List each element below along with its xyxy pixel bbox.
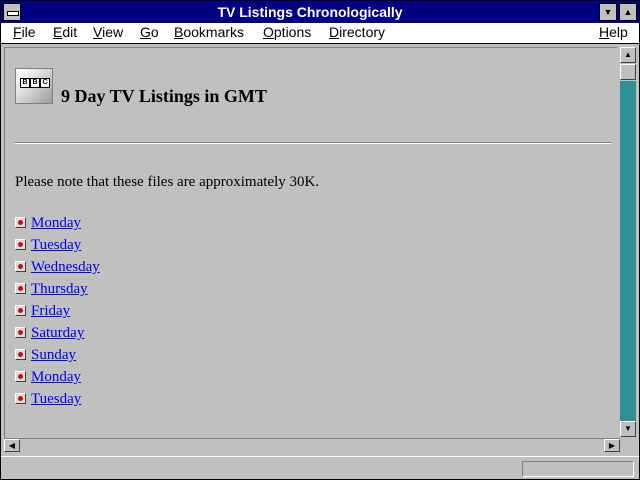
bullet-icon bbox=[15, 371, 26, 382]
menu-help[interactable]: Help bbox=[599, 24, 628, 40]
bullet-icon bbox=[15, 349, 26, 360]
horizontal-rule bbox=[15, 142, 611, 144]
bullet-icon bbox=[15, 261, 26, 272]
day-link[interactable]: Wednesday bbox=[31, 259, 100, 276]
menu-edit[interactable]: Edit bbox=[53, 24, 77, 40]
bullet-icon bbox=[15, 305, 26, 316]
bullet-icon bbox=[15, 239, 26, 250]
scroll-track[interactable] bbox=[620, 81, 636, 421]
day-link[interactable]: Tuesday bbox=[31, 237, 81, 254]
page-content: B B C 9 Day TV Listings in GMT Please no… bbox=[4, 47, 617, 438]
menu-options[interactable]: Options bbox=[263, 24, 311, 40]
scroll-down-icon[interactable]: ▼ bbox=[620, 421, 636, 437]
menu-go[interactable]: Go bbox=[140, 24, 159, 40]
menu-bookmarks[interactable]: Bookmarks bbox=[174, 24, 244, 40]
minimize-icon[interactable]: ▼ bbox=[599, 3, 617, 21]
status-bar bbox=[1, 456, 639, 479]
vertical-scrollbar[interactable]: ▲ ▼ bbox=[620, 47, 636, 437]
bullet-icon bbox=[15, 393, 26, 404]
scroll-thumb[interactable] bbox=[620, 64, 636, 80]
horizontal-scroll-track[interactable] bbox=[20, 439, 604, 452]
day-link[interactable]: Monday bbox=[31, 215, 81, 232]
file-size-note: Please note that these files are approxi… bbox=[15, 174, 320, 190]
horizontal-scrollbar[interactable]: ◀ ▶ bbox=[4, 438, 620, 453]
window-title: TV Listings Chronologically bbox=[217, 4, 403, 20]
title-bar[interactable]: TV Listings Chronologically ▼ ▲ bbox=[1, 1, 639, 23]
logo-letter: C bbox=[40, 78, 50, 88]
scroll-up-icon[interactable]: ▲ bbox=[620, 47, 636, 63]
status-progress-panel bbox=[522, 461, 634, 477]
page-heading: 9 Day TV Listings in GMT bbox=[61, 86, 267, 106]
bullet-icon bbox=[15, 327, 26, 338]
menu-view[interactable]: View bbox=[93, 24, 123, 40]
day-link[interactable]: Thursday bbox=[31, 281, 88, 298]
scroll-right-icon[interactable]: ▶ bbox=[604, 439, 620, 452]
day-link[interactable]: Saturday bbox=[31, 325, 84, 342]
bullet-icon bbox=[15, 283, 26, 294]
logo-letter: B bbox=[30, 78, 40, 88]
menu-directory[interactable]: Directory bbox=[329, 24, 385, 40]
scroll-left-icon[interactable]: ◀ bbox=[4, 439, 20, 452]
menu-file[interactable]: File bbox=[13, 24, 36, 40]
menu-bar: File Edit View Go Bookmarks Options Dire… bbox=[1, 23, 639, 44]
browser-window: TV Listings Chronologically ▼ ▲ File Edi… bbox=[0, 0, 640, 480]
day-link[interactable]: Friday bbox=[31, 303, 70, 320]
day-link[interactable]: Monday bbox=[31, 369, 81, 386]
system-menu-icon[interactable] bbox=[3, 3, 21, 21]
bbc-logo: B B C bbox=[15, 68, 53, 104]
bullet-icon bbox=[15, 217, 26, 228]
logo-letter: B bbox=[20, 78, 30, 88]
maximize-icon[interactable]: ▲ bbox=[619, 3, 637, 21]
day-link[interactable]: Tuesday bbox=[31, 391, 81, 408]
day-link[interactable]: Sunday bbox=[31, 347, 76, 364]
